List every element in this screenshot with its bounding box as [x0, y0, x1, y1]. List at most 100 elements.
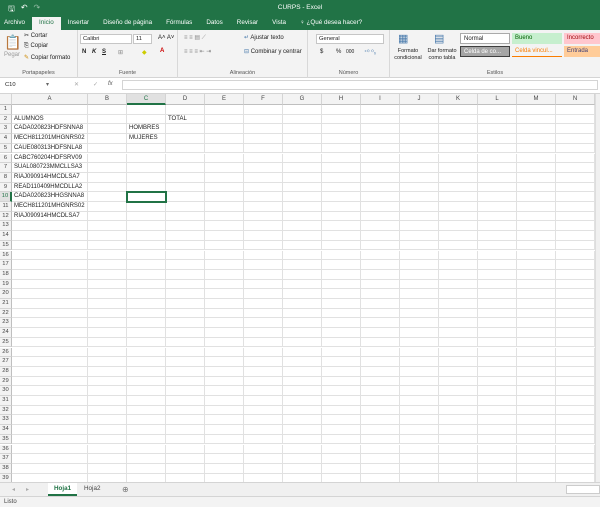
cell[interactable]: [517, 240, 556, 251]
row-header[interactable]: 4: [0, 134, 12, 144]
row-header[interactable]: 36: [0, 444, 12, 455]
cell[interactable]: [205, 114, 244, 125]
cell[interactable]: [322, 299, 361, 309]
cell[interactable]: [439, 328, 478, 338]
cell[interactable]: [322, 347, 361, 358]
cell[interactable]: [127, 454, 166, 464]
formula-input[interactable]: [122, 80, 598, 90]
cell[interactable]: [12, 250, 88, 261]
cell[interactable]: [556, 337, 595, 348]
cell[interactable]: [322, 376, 361, 387]
cell[interactable]: [400, 143, 439, 154]
cell[interactable]: [439, 269, 478, 280]
row-header[interactable]: 29: [0, 376, 12, 387]
column-header-K[interactable]: K: [439, 94, 478, 105]
row-header[interactable]: 8: [0, 172, 12, 183]
cell[interactable]: [517, 347, 556, 358]
cell[interactable]: [88, 425, 127, 435]
cell[interactable]: [400, 376, 439, 387]
cell[interactable]: [478, 299, 517, 309]
cell[interactable]: [478, 405, 517, 416]
cell[interactable]: [361, 357, 400, 367]
cell[interactable]: [205, 425, 244, 435]
cell[interactable]: [244, 279, 283, 290]
cell[interactable]: [166, 250, 205, 261]
cell[interactable]: [244, 124, 283, 135]
cell[interactable]: [12, 231, 88, 241]
cell[interactable]: [361, 260, 400, 270]
cell[interactable]: [400, 328, 439, 338]
cell[interactable]: [244, 289, 283, 299]
cell[interactable]: [205, 240, 244, 251]
thousands-button[interactable]: 000: [346, 49, 354, 55]
cell[interactable]: [556, 318, 595, 329]
cell[interactable]: [439, 143, 478, 154]
cell[interactable]: [361, 269, 400, 280]
cell[interactable]: [439, 347, 478, 358]
cell[interactable]: [439, 473, 478, 482]
cell[interactable]: [283, 124, 322, 135]
cell[interactable]: [205, 153, 244, 164]
cell[interactable]: [283, 172, 322, 183]
cell[interactable]: [127, 250, 166, 261]
cell[interactable]: [88, 202, 127, 212]
cell[interactable]: [322, 425, 361, 435]
cell[interactable]: [322, 114, 361, 125]
cell[interactable]: [517, 463, 556, 474]
cell[interactable]: [556, 444, 595, 455]
cell[interactable]: [88, 299, 127, 309]
cell[interactable]: [517, 396, 556, 406]
cell[interactable]: [166, 366, 205, 377]
cell[interactable]: [88, 366, 127, 377]
cell[interactable]: [88, 337, 127, 348]
cell[interactable]: [556, 463, 595, 474]
cell[interactable]: [12, 405, 88, 416]
sheet-tab-hoja2[interactable]: Hoja2: [78, 483, 106, 496]
cell[interactable]: [322, 415, 361, 426]
cell[interactable]: [439, 318, 478, 329]
cell[interactable]: [244, 396, 283, 406]
row-header[interactable]: 21: [0, 299, 12, 309]
cell[interactable]: [244, 114, 283, 125]
row-header[interactable]: 7: [0, 163, 12, 173]
cell[interactable]: [283, 192, 322, 202]
row-header[interactable]: 38: [0, 463, 12, 474]
column-header-D[interactable]: D: [166, 94, 205, 105]
cell[interactable]: [127, 299, 166, 309]
cell[interactable]: [556, 260, 595, 270]
cell[interactable]: [439, 386, 478, 396]
cell[interactable]: [244, 231, 283, 241]
cell[interactable]: [361, 444, 400, 455]
underline-button[interactable]: S: [102, 49, 106, 55]
cell[interactable]: [244, 405, 283, 416]
cell[interactable]: [166, 454, 205, 464]
wrap-text-button[interactable]: ↵ Ajustar texto: [244, 34, 284, 41]
cell[interactable]: [12, 318, 88, 329]
cell[interactable]: [556, 328, 595, 338]
cell[interactable]: [205, 172, 244, 183]
row-header[interactable]: 35: [0, 434, 12, 445]
cell[interactable]: [205, 163, 244, 173]
currency-button[interactable]: $: [320, 49, 323, 55]
cell[interactable]: [400, 405, 439, 416]
vertical-scrollbar[interactable]: [595, 94, 600, 482]
cell[interactable]: [400, 240, 439, 251]
cell[interactable]: [12, 357, 88, 367]
cell[interactable]: [166, 463, 205, 474]
cell[interactable]: [556, 105, 595, 115]
cell[interactable]: [556, 415, 595, 426]
cell[interactable]: [88, 260, 127, 270]
cell[interactable]: [283, 405, 322, 416]
cell[interactable]: [166, 172, 205, 183]
cell[interactable]: [205, 192, 244, 202]
row-header[interactable]: 37: [0, 454, 12, 464]
row-header[interactable]: 1: [0, 105, 12, 115]
cell[interactable]: [478, 328, 517, 338]
cell[interactable]: [439, 124, 478, 135]
cell[interactable]: [439, 425, 478, 435]
cell[interactable]: [400, 260, 439, 270]
cell[interactable]: [400, 473, 439, 482]
cell[interactable]: [205, 250, 244, 261]
cell[interactable]: [439, 172, 478, 183]
cell[interactable]: [283, 221, 322, 232]
